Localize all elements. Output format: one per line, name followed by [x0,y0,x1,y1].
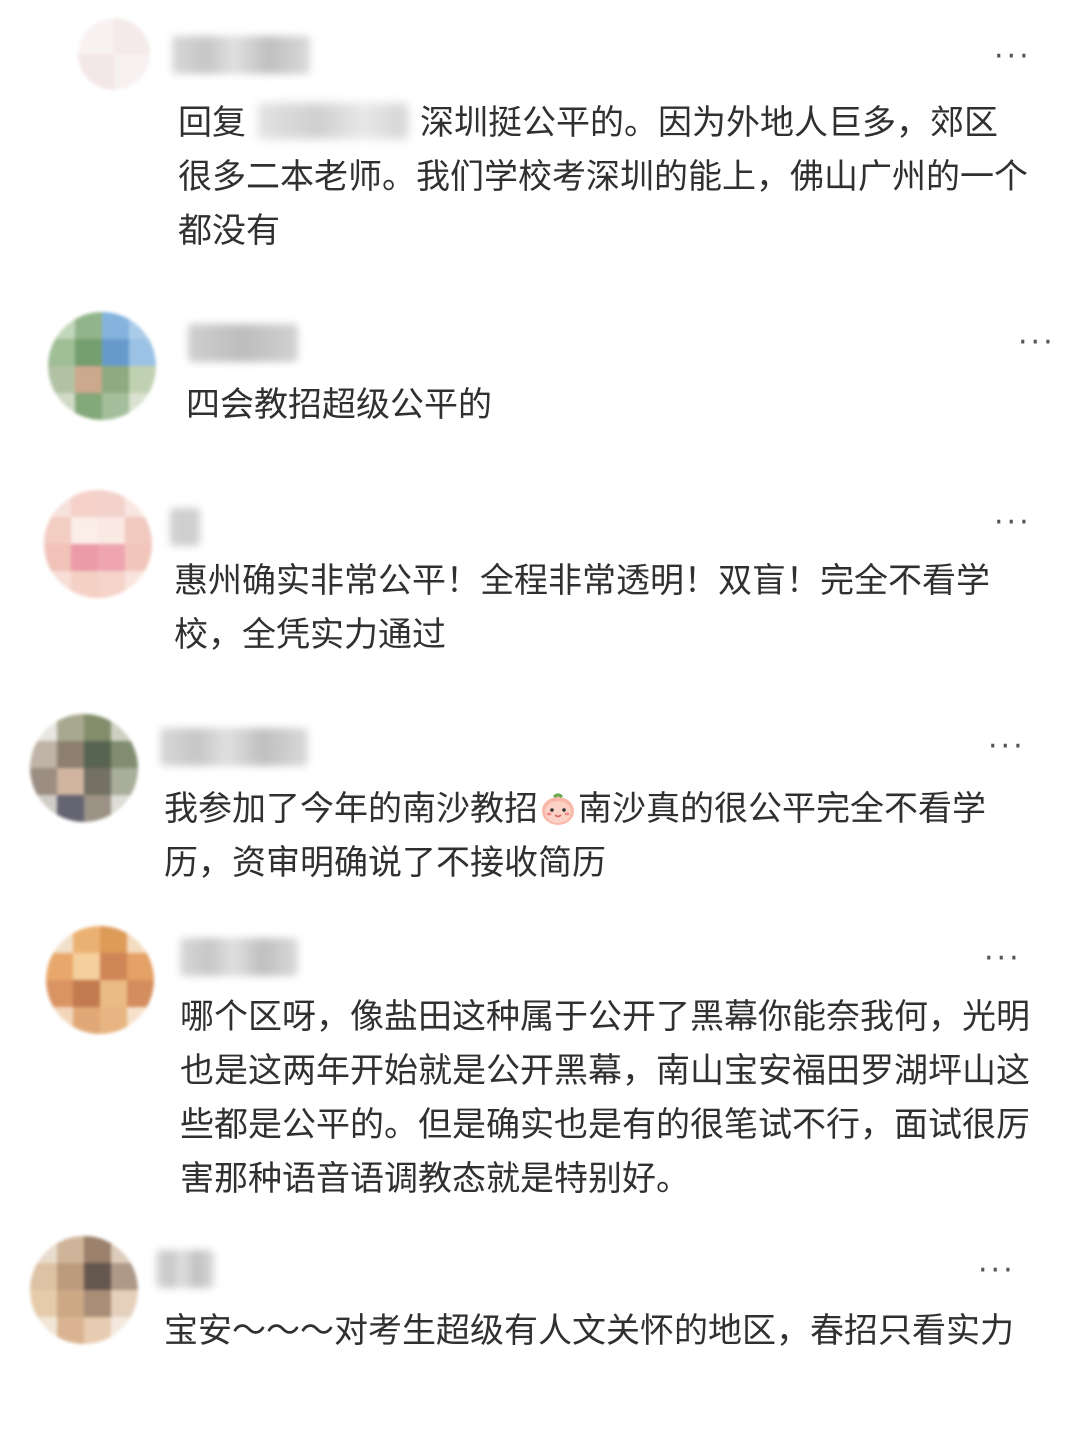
avatar[interactable] [30,714,138,822]
username[interactable] [170,508,200,546]
avatar[interactable] [44,490,152,598]
username[interactable] [160,728,308,766]
avatar[interactable] [48,312,156,420]
username[interactable] [172,36,310,74]
username[interactable] [188,324,298,362]
reply-target-username[interactable] [258,102,408,139]
username[interactable] [156,1250,214,1288]
comment-text: 回复 深圳挺公平的。因为外地人巨多，郊区很多二本老师。我们学校考深圳的能上，佛山广… [178,96,1028,258]
avatar[interactable] [46,926,154,1034]
more-options-icon[interactable]: ··· [1018,328,1056,358]
peach-face-emoji-icon [542,793,574,825]
more-options-icon[interactable]: ··· [978,1256,1016,1286]
comment-text: 惠州确实非常公平！全程非常透明！双盲！完全不看学校，全凭实力通过 [174,561,990,655]
comment-body-part-1: 我参加了今年的南沙教招 [164,789,538,829]
more-options-icon[interactable]: ··· [984,944,1022,974]
comment-text: 我参加了今年的南沙教招 南沙真的很公平完全不看学历，资审明确说了不接收简历 [164,782,1024,890]
comment-text: 四会教招超级公平的 [186,385,492,425]
reply-prefix: 回复 [178,103,246,143]
avatar[interactable] [78,18,150,90]
more-options-icon[interactable]: ··· [994,42,1032,72]
more-options-icon[interactable]: ··· [988,732,1026,762]
more-options-icon[interactable]: ··· [994,508,1032,538]
comment-text: 哪个区呀，像盐田这种属于公开了黑幕你能奈我何，光明也是这两年开始就是公开黑幕，南… [180,997,1030,1199]
comment-list: ··· 回复 深圳挺公平的。因为外地人巨多，郊区很多二本老师。我们学校考深圳的能上… [0,0,1080,1440]
comment-text: 宝安～～～对考生超级有人文关怀的地区，春招只看实力 [164,1311,1014,1351]
username[interactable] [180,938,298,976]
avatar[interactable] [30,1236,138,1344]
